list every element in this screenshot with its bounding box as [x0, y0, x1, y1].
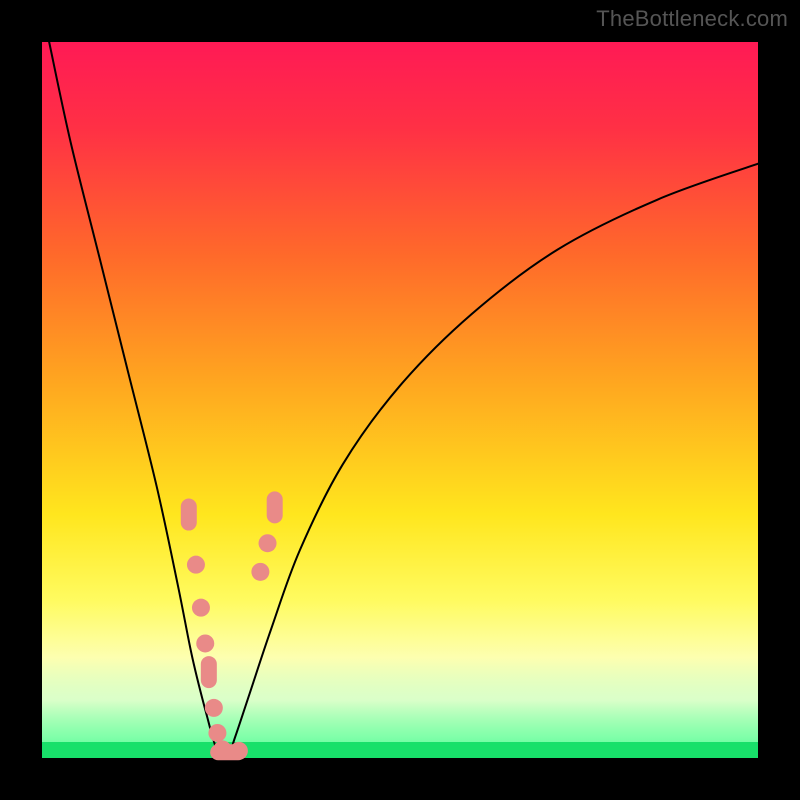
marker-point — [205, 699, 223, 717]
curve-layer — [42, 42, 758, 758]
marker-point — [267, 491, 283, 523]
marker-point — [251, 563, 269, 581]
marker-point — [259, 534, 277, 552]
watermark-text: TheBottleneck.com — [596, 6, 788, 32]
marker-group — [181, 491, 283, 760]
marker-point — [208, 724, 226, 742]
chart-frame: TheBottleneck.com — [0, 0, 800, 800]
bottleneck-curve-path — [49, 42, 758, 756]
marker-point — [196, 634, 214, 652]
marker-point — [201, 656, 217, 688]
marker-point — [192, 599, 210, 617]
marker-point — [181, 499, 197, 531]
marker-point — [187, 556, 205, 574]
marker-point — [230, 742, 248, 760]
